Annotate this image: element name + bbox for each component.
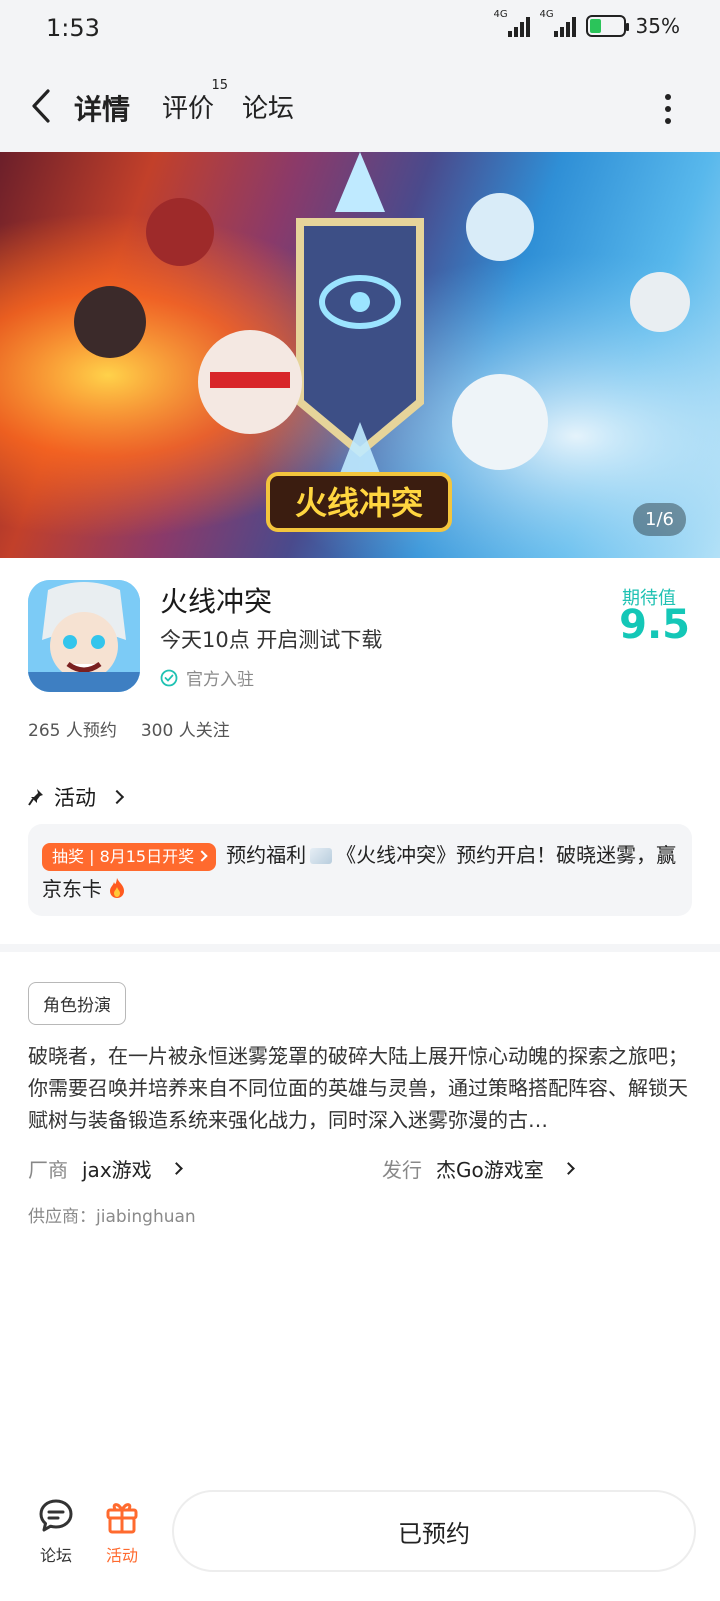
chevron-right-icon <box>561 1162 575 1175</box>
bottom-bar: 论坛 活动 已预约 <box>0 1476 720 1601</box>
signal-label: 4G <box>493 9 508 20</box>
activity-header-label: 活动 <box>54 786 96 810</box>
developer-key: 厂商 <box>28 1158 68 1182</box>
banner-logo-text: 火线冲突 <box>295 484 423 522</box>
lottery-tag-label: 抽奖 | 8月15日开奖 <box>52 846 195 866</box>
official-badge: 官方入驻 <box>160 665 254 690</box>
more-menu-icon[interactable] <box>664 94 672 124</box>
developer-value: jax游戏 <box>82 1158 152 1182</box>
game-description[interactable]: 破晓者，在一片被永恒迷雾笼罩的破碎大陆上展开惊心动魄的探索之旅吧；你需要召唤并培… <box>28 1040 692 1136</box>
app-title: 火线冲突 <box>160 585 273 618</box>
app-icon <box>28 580 140 692</box>
tab-label: 评价 <box>162 94 215 124</box>
bottom-activity-label: 活动 <box>105 1546 138 1565</box>
forum-chat-icon <box>39 1499 73 1532</box>
fire-emoji-icon <box>110 878 125 898</box>
follower-count: 300 人关注 <box>140 721 230 741</box>
chevron-right-icon <box>196 849 208 862</box>
gift-icon <box>106 1503 138 1534</box>
banner-carousel[interactable]: 火线冲突 1/6 <box>0 152 720 558</box>
tab-detail[interactable]: 详情 <box>70 88 135 132</box>
genre-tag[interactable]: 角色扮演 <box>28 982 126 1025</box>
tab-label: 论坛 <box>242 94 295 124</box>
developer-row[interactable]: 厂商 jax游戏 <box>28 1154 183 1183</box>
publisher-row[interactable]: 发行 杰Go游戏室 <box>382 1154 575 1183</box>
top-nav: 详情 评价 15 论坛 <box>0 58 720 152</box>
expect-score: 9.5 <box>619 602 690 648</box>
back-arrow-icon[interactable] <box>28 88 58 124</box>
battery-text: 35% <box>635 14 680 38</box>
publisher-key: 发行 <box>382 1158 422 1182</box>
banner-artwork: 火线冲突 <box>0 152 720 558</box>
tab-review[interactable]: 评价 15 <box>162 78 228 125</box>
pin-icon <box>28 789 43 806</box>
tab-label: 详情 <box>74 93 131 126</box>
bottom-forum-label: 论坛 <box>39 1546 72 1565</box>
card-emoji-icon <box>310 848 333 864</box>
verified-check-icon <box>160 669 178 686</box>
battery-fill <box>589 19 601 33</box>
review-count-badge: 15 <box>211 78 229 93</box>
reservation-count: 265 人预约 <box>28 721 117 741</box>
stats-row: 265 人预约 300 人关注 <box>28 716 230 741</box>
bottom-forum-button[interactable]: 论坛 <box>26 1496 86 1566</box>
status-bar: 1:53 4G 4G 35% <box>0 0 720 58</box>
activity-card[interactable]: 抽奖 | 8月15日开奖 预约福利 《火线冲突》预约开启！破晓迷雾，赢京东卡 <box>28 824 692 916</box>
banner-page-counter: 1/6 <box>633 503 686 536</box>
official-label: 官方入驻 <box>186 670 254 690</box>
battery-icon <box>585 15 629 37</box>
status-time: 1:53 <box>46 14 100 42</box>
chevron-right-icon <box>109 789 125 805</box>
signal-icon: 4G <box>494 9 530 37</box>
chevron-right-icon <box>169 1162 183 1175</box>
app-subtitle: 今天10点 开启测试下载 <box>160 628 383 652</box>
lottery-tag: 抽奖 | 8月15日开奖 <box>42 842 217 871</box>
reserved-button[interactable]: 已预约 <box>172 1490 696 1572</box>
activity-text-part1: 预约福利 <box>226 843 307 867</box>
bottom-activity-button[interactable]: 活动 <box>92 1496 152 1566</box>
section-divider <box>0 944 720 952</box>
activity-header[interactable]: 活动 <box>28 782 125 812</box>
publisher-value: 杰Go游戏室 <box>436 1158 544 1182</box>
signal-label: 4G <box>539 9 554 20</box>
signal-icon: 4G <box>540 9 576 37</box>
status-icons: 4G 4G 35% <box>494 9 680 38</box>
supplier-text: 供应商：jiabinghuan <box>28 1207 196 1227</box>
tab-forum[interactable]: 论坛 <box>242 88 294 125</box>
